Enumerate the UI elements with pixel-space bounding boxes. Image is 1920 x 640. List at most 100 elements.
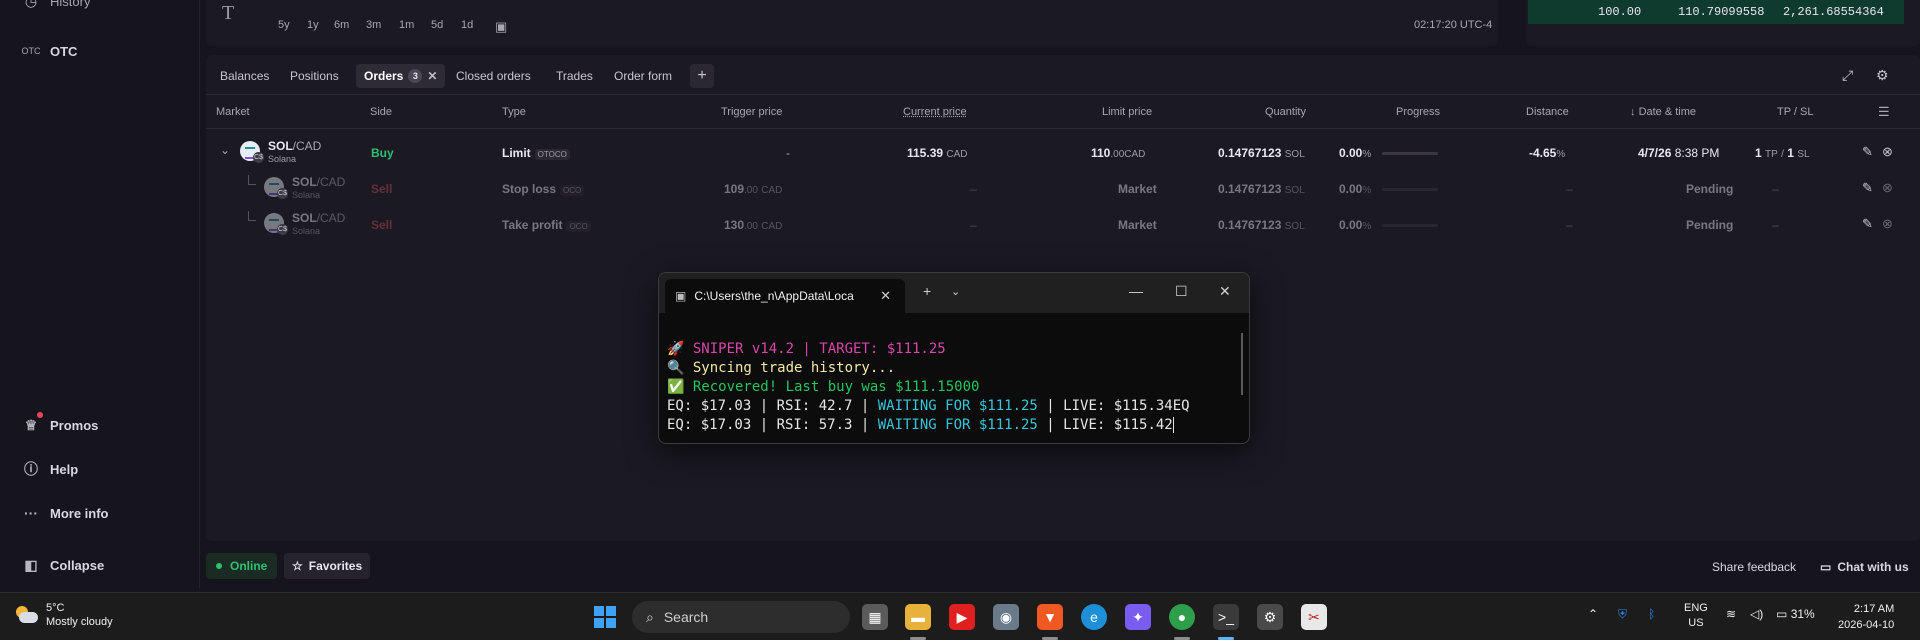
snipping-tool-icon[interactable]: ✂ [1301, 604, 1327, 630]
table-row[interactable]: ⌄ C$ SOL/CAD Solana Buy Limit OTOCO - 115… [206, 134, 1920, 170]
chrome-icon[interactable]: ● [1169, 604, 1195, 630]
terminal-output[interactable]: 🚀 SNIPER v14.2 | TARGET: $111.25 🔍 Syncin… [667, 321, 1190, 443]
timeframe-3m[interactable]: 3m [366, 19, 381, 31]
language-indicator[interactable]: ENG US [1684, 601, 1708, 631]
timeframe-5d[interactable]: 5d [431, 19, 443, 31]
close-window-icon[interactable]: ✕ [1219, 283, 1231, 300]
progress-text: 0.00% [1339, 218, 1371, 232]
quantity: 0.14767123 SOL [1218, 182, 1305, 196]
weather-widget[interactable]: 5°C Mostly cloudy [14, 601, 113, 629]
col-tpsl[interactable]: TP / SL [1777, 106, 1813, 118]
timeframe-6m[interactable]: 6m [334, 19, 349, 31]
brave-browser-icon[interactable]: ▼ [1037, 604, 1063, 630]
timeframe-1d[interactable]: 1d [461, 19, 473, 31]
tab-closed-orders[interactable]: Closed orders [448, 64, 539, 88]
text-tool-icon[interactable]: T [222, 2, 234, 25]
youtube-icon[interactable]: ▶ [949, 604, 975, 630]
timeframe-5y[interactable]: 5y [278, 19, 290, 31]
battery-indicator[interactable]: ▭ 31% [1776, 607, 1815, 621]
close-icon[interactable]: ✕ [427, 69, 437, 83]
tree-connector [248, 175, 256, 185]
task-view-icon[interactable]: ▦ [862, 604, 888, 630]
sidebar-item-history[interactable]: ◷ History [22, 0, 91, 10]
col-market[interactable]: Market [216, 106, 250, 118]
tab-orders[interactable]: Orders 3 ✕ [356, 64, 446, 88]
col-trigger-price[interactable]: Trigger price [721, 106, 782, 118]
timeframe-1m[interactable]: 1m [399, 19, 414, 31]
windows-start-icon[interactable] [594, 606, 616, 628]
cancel-order-icon[interactable]: ⊗ [1882, 144, 1893, 160]
minimize-icon[interactable]: — [1129, 283, 1143, 299]
terminal-text: EQ: $17.03 | RSI: 42.7 | [667, 398, 878, 414]
taskbar-clock[interactable]: 2:17 AM 2026-04-10 [1838, 601, 1894, 633]
close-tab-icon[interactable]: ✕ [880, 288, 891, 304]
col-side[interactable]: Side [370, 106, 392, 118]
trigger-price: 109.00 CAD [724, 182, 782, 196]
tab-positions[interactable]: Positions [282, 64, 347, 88]
current-price: 115.39 CAD [907, 146, 968, 160]
edit-icon[interactable]: ✎ [1862, 144, 1873, 160]
column-settings-icon[interactable]: ☰ [1878, 104, 1890, 120]
calendar-icon[interactable]: ▣ [495, 19, 507, 35]
terminal-window[interactable]: ▣ C:\Users\the_n\AppData\Loca ✕ + ⌄ — ☐ … [658, 272, 1250, 444]
table-row[interactable]: C$ SOL/CAD Solana Sell Stop loss OCO 109.… [206, 171, 1920, 207]
sidebar-item-more-info[interactable]: ··· More info [22, 504, 109, 522]
edge-browser-icon[interactable]: e [1081, 604, 1107, 630]
progress-bar [1382, 152, 1438, 155]
progress-unit: % [1362, 221, 1372, 232]
trigger-int: 109 [724, 182, 745, 196]
sidebar-item-otc[interactable]: OTC OTC [22, 42, 78, 60]
left-sidebar: ◷ History OTC OTC ♕ Promos ⓘ Help ··· Mo… [0, 0, 200, 588]
windows-taskbar: 5°C Mostly cloudy ⌕ Search ▦ ▬ ▶ ◉ ▼ e ✦… [0, 592, 1920, 640]
settings-sliders-icon[interactable]: ⚙ [1876, 67, 1889, 84]
orderbook-row[interactable]: 100.00 110.79099558 2,261.68554364 [1528, 0, 1904, 24]
online-dot-icon [216, 563, 222, 569]
connection-status[interactable]: Online [206, 553, 278, 579]
tab-order-form[interactable]: Order form [606, 64, 680, 88]
wifi-icon[interactable]: ≋ [1726, 607, 1736, 621]
share-feedback-link[interactable]: Share feedback [1712, 560, 1796, 574]
terminal-titlebar[interactable]: ▣ C:\Users\the_n\AppData\Loca ✕ + ⌄ — ☐ … [659, 273, 1249, 313]
col-current-price[interactable]: Current price [903, 106, 967, 118]
chat-button[interactable]: ▭ Chat with us [1820, 560, 1909, 574]
col-datetime[interactable]: ↓ Date & time [1630, 106, 1696, 118]
timeframe-1y[interactable]: 1y [307, 19, 319, 31]
tab-orders-label: Orders [364, 69, 404, 83]
tab-balances[interactable]: Balances [212, 64, 277, 88]
sidebar-item-help[interactable]: ⓘ Help [22, 460, 78, 478]
terminal-tab[interactable]: ▣ C:\Users\the_n\AppData\Loca ✕ [665, 279, 905, 313]
chevron-down-icon[interactable]: ⌄ [951, 285, 960, 298]
terminal-app-icon[interactable]: >_ [1213, 604, 1239, 630]
cancel-order-icon[interactable]: ⊗ [1882, 180, 1893, 196]
table-row[interactable]: C$ SOL/CAD Solana Sell Take profit OCO 13… [206, 207, 1920, 243]
taskbar-search[interactable]: ⌕ Search [632, 601, 850, 633]
chevron-up-icon[interactable]: ⌃ [1588, 607, 1598, 621]
history-icon: ◷ [24, 0, 38, 9]
new-tab-icon[interactable]: + [923, 283, 931, 299]
edit-icon[interactable]: ✎ [1862, 216, 1873, 232]
settings-gear-icon[interactable]: ⚙ [1257, 604, 1283, 630]
tab-trades[interactable]: Trades [548, 64, 601, 88]
col-distance[interactable]: Distance [1526, 106, 1569, 118]
favorites-button[interactable]: ☆ Favorites [284, 553, 371, 579]
order-datetime: 4/7/26 8:38 PM [1638, 146, 1719, 160]
file-explorer-icon[interactable]: ▬ [905, 604, 931, 630]
expand-chevron-icon[interactable]: ⌄ [220, 143, 230, 157]
expand-icon[interactable]: ⤢ [1842, 67, 1853, 84]
col-progress[interactable]: Progress [1396, 106, 1440, 118]
maximize-icon[interactable]: ☐ [1175, 283, 1188, 300]
edit-icon[interactable]: ✎ [1862, 180, 1873, 196]
camera-icon[interactable]: ◉ [993, 604, 1019, 630]
sidebar-item-promos[interactable]: ♕ Promos [22, 412, 98, 434]
copilot-icon[interactable]: ✦ [1125, 604, 1151, 630]
cancel-order-icon[interactable]: ⊗ [1882, 216, 1893, 232]
security-shield-icon[interactable]: ⛨ [1618, 607, 1627, 622]
col-limit-price[interactable]: Limit price [1102, 106, 1152, 118]
bluetooth-icon[interactable]: ᛒ [1648, 607, 1655, 621]
col-quantity[interactable]: Quantity [1265, 106, 1306, 118]
volume-icon[interactable]: ◁) [1750, 607, 1763, 621]
add-tab-button[interactable]: + [690, 64, 714, 88]
battery-icon: ▭ [1776, 607, 1788, 621]
col-type[interactable]: Type [502, 106, 526, 118]
terminal-scrollbar[interactable] [1241, 333, 1243, 395]
